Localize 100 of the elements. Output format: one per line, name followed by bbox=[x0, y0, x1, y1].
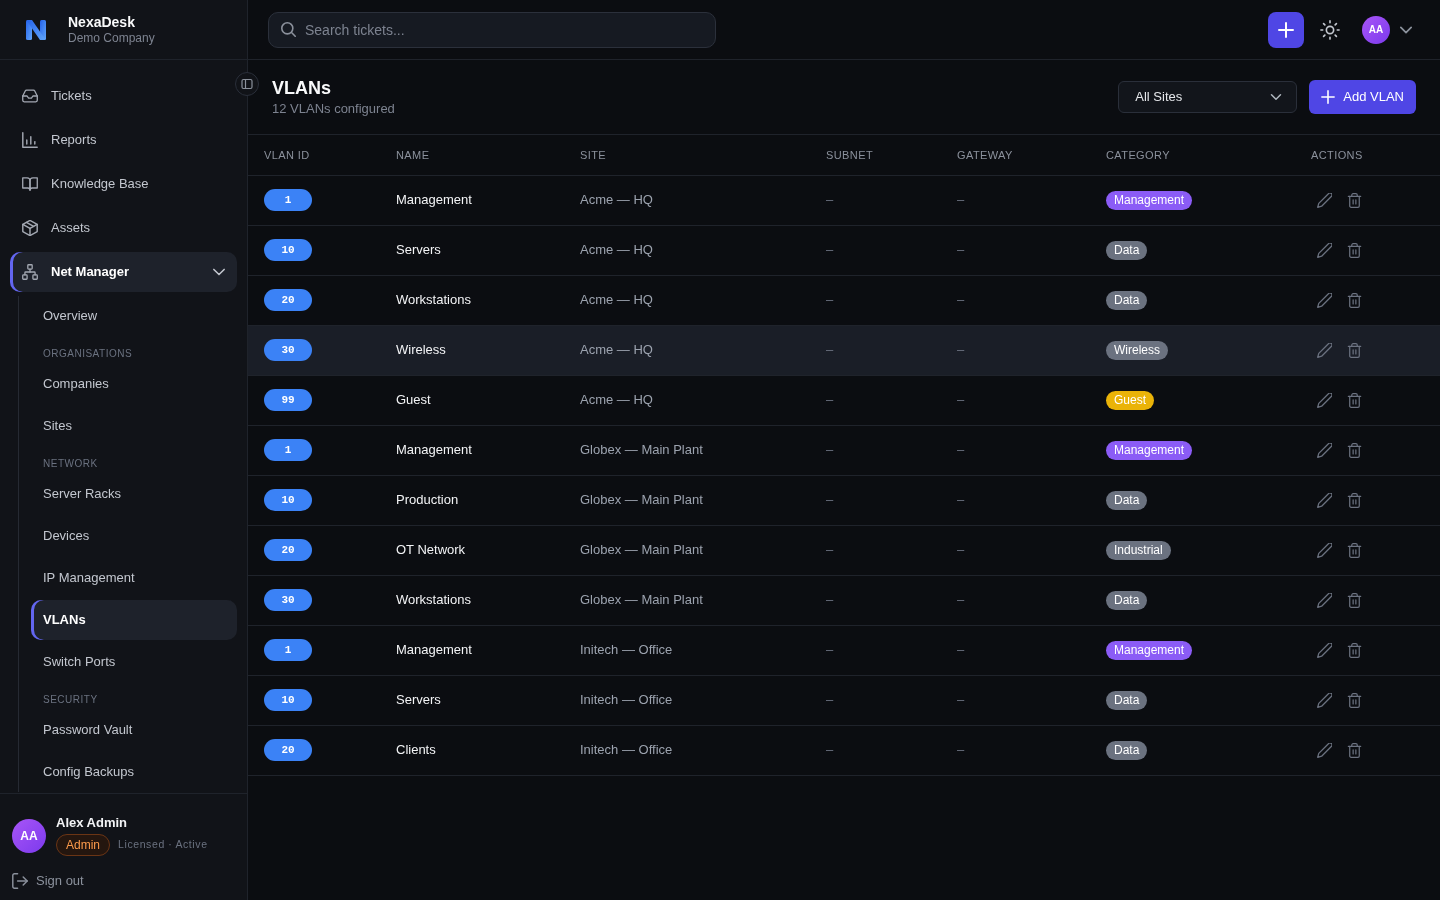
gateway-value: – bbox=[941, 675, 1090, 725]
pencil-icon[interactable] bbox=[1317, 293, 1332, 309]
user-avatar[interactable]: AA bbox=[12, 818, 46, 853]
nav-section-heading: ORGANISATIONS bbox=[42, 347, 134, 361]
nav-section-heading: SECURITY bbox=[42, 693, 99, 707]
nav-subitem[interactable]: Server Racks bbox=[31, 474, 237, 514]
column-header: ACTIONS bbox=[1295, 135, 1440, 175]
nav-item[interactable]: Tickets bbox=[10, 76, 237, 116]
search-icon bbox=[281, 21, 296, 37]
user-avatar[interactable]: AA bbox=[1362, 15, 1390, 44]
gateway-value: – bbox=[941, 475, 1090, 525]
site-name: Initech — Office bbox=[564, 625, 810, 675]
sidebar-toggle-icon[interactable] bbox=[235, 72, 259, 96]
trash-icon[interactable] bbox=[1347, 543, 1362, 559]
nav-item[interactable]: Assets bbox=[10, 208, 237, 248]
vlan-name: Production bbox=[380, 475, 564, 525]
trash-icon[interactable] bbox=[1347, 393, 1362, 409]
subnet-value: – bbox=[810, 375, 941, 425]
nav-subitem[interactable]: VLANs bbox=[31, 600, 237, 640]
pencil-icon[interactable] bbox=[1317, 693, 1332, 709]
trash-icon[interactable] bbox=[1347, 293, 1362, 309]
pencil-icon[interactable] bbox=[1317, 743, 1332, 759]
table-row[interactable]: 20 Workstations Acme — HQ – – Data bbox=[248, 275, 1440, 325]
trash-icon[interactable] bbox=[1347, 193, 1362, 209]
pencil-icon[interactable] bbox=[1317, 543, 1332, 559]
brand-name: NexaDesk bbox=[68, 13, 136, 31]
trash-icon[interactable] bbox=[1347, 693, 1362, 709]
subnet-value: – bbox=[810, 575, 941, 625]
network-icon bbox=[22, 264, 38, 280]
sun-icon[interactable] bbox=[1320, 19, 1340, 40]
vlan-name: OT Network bbox=[380, 525, 564, 575]
site-name: Globex — Main Plant bbox=[564, 425, 810, 475]
pencil-icon[interactable] bbox=[1317, 343, 1332, 359]
table-row[interactable]: 1 Management Initech — Office – – Management bbox=[248, 625, 1440, 675]
column-header: SUBNET bbox=[810, 135, 941, 175]
table-row[interactable]: 30 Wireless Acme — HQ – – Wireless bbox=[248, 325, 1440, 375]
nav-subitem[interactable]: Companies bbox=[31, 364, 237, 404]
inbox-icon bbox=[22, 88, 38, 104]
nav-subitem[interactable]: Sites bbox=[31, 406, 237, 446]
gateway-value: – bbox=[941, 225, 1090, 275]
pencil-icon[interactable] bbox=[1317, 243, 1332, 259]
table-row[interactable]: 10 Production Globex — Main Plant – – Data bbox=[248, 475, 1440, 525]
vlan-id-badge: 99 bbox=[264, 389, 312, 411]
subnet-value: – bbox=[810, 725, 941, 775]
trash-icon[interactable] bbox=[1347, 443, 1362, 459]
trash-icon[interactable] bbox=[1347, 493, 1362, 509]
vlan-name: Management bbox=[380, 425, 564, 475]
category-tag: Data bbox=[1106, 591, 1148, 610]
table-row[interactable]: 99 Guest Acme — HQ – – Guest bbox=[248, 375, 1440, 425]
table-row[interactable]: 10 Servers Acme — HQ – – Data bbox=[248, 225, 1440, 275]
trash-icon[interactable] bbox=[1347, 593, 1362, 609]
trash-icon[interactable] bbox=[1347, 243, 1362, 259]
nav-subitem[interactable]: Overview bbox=[31, 296, 237, 336]
gateway-value: – bbox=[941, 525, 1090, 575]
table-row[interactable]: 1 Management Acme — HQ – – Management bbox=[248, 175, 1440, 225]
table-row[interactable]: 20 OT Network Globex — Main Plant – – Industrial bbox=[248, 525, 1440, 575]
trash-icon[interactable] bbox=[1347, 643, 1362, 659]
nav-item[interactable]: Net Manager bbox=[10, 252, 237, 292]
nav-item[interactable]: Knowledge Base bbox=[10, 164, 237, 204]
page-title: VLANs bbox=[272, 77, 332, 100]
vlan-name: Workstations bbox=[380, 575, 564, 625]
search-field[interactable]: Search tickets... bbox=[268, 11, 716, 48]
nav-subitem[interactable]: Switch Ports bbox=[31, 642, 237, 682]
site-name: Initech — Office bbox=[564, 725, 810, 775]
sign-out-link[interactable]: Sign out bbox=[12, 871, 84, 891]
table-row[interactable]: 10 Servers Initech — Office – – Data bbox=[248, 675, 1440, 725]
book-icon bbox=[22, 176, 38, 192]
nav-subitem[interactable]: Password Vault bbox=[31, 710, 237, 750]
create-button[interactable] bbox=[1268, 11, 1304, 48]
table-row[interactable]: 1 Management Globex — Main Plant – – Management bbox=[248, 425, 1440, 475]
pencil-icon[interactable] bbox=[1317, 493, 1332, 509]
trash-icon[interactable] bbox=[1347, 343, 1362, 359]
pencil-icon[interactable] bbox=[1317, 443, 1332, 459]
category-tag: Data bbox=[1106, 291, 1148, 310]
add-vlan-button[interactable]: Add VLAN bbox=[1309, 80, 1416, 114]
page-subtitle: 12 VLANs configured bbox=[272, 100, 395, 118]
vlan-name: Workstations bbox=[380, 275, 564, 325]
table-row[interactable]: 30 Workstations Globex — Main Plant – – Data bbox=[248, 575, 1440, 625]
nav-subitem[interactable]: IP Management bbox=[31, 558, 237, 598]
category-tag: Data bbox=[1106, 491, 1148, 510]
vlan-id-badge: 10 bbox=[264, 689, 312, 711]
nav-subitem[interactable]: Config Backups bbox=[31, 752, 237, 792]
nav-subitem[interactable]: Devices bbox=[31, 516, 237, 556]
category-tag: Management bbox=[1106, 641, 1193, 660]
logo-icon bbox=[24, 17, 48, 42]
trash-icon[interactable] bbox=[1347, 743, 1362, 759]
pencil-icon[interactable] bbox=[1317, 593, 1332, 609]
pencil-icon[interactable] bbox=[1317, 643, 1332, 659]
column-header: GATEWAY bbox=[941, 135, 1090, 175]
nav-item[interactable]: Reports bbox=[10, 120, 237, 160]
pencil-icon[interactable] bbox=[1317, 393, 1332, 409]
company-name: Demo Company bbox=[68, 30, 155, 46]
pencil-icon[interactable] bbox=[1317, 193, 1332, 209]
plus-icon bbox=[1321, 90, 1336, 104]
category-tag: Management bbox=[1106, 441, 1193, 460]
subnet-value: – bbox=[810, 425, 941, 475]
site-filter-select[interactable]: All Sites bbox=[1118, 81, 1298, 113]
table-row[interactable]: 20 Clients Initech — Office – – Data bbox=[248, 725, 1440, 775]
user-name: Alex Admin bbox=[56, 815, 129, 831]
category-tag: Data bbox=[1106, 241, 1148, 260]
